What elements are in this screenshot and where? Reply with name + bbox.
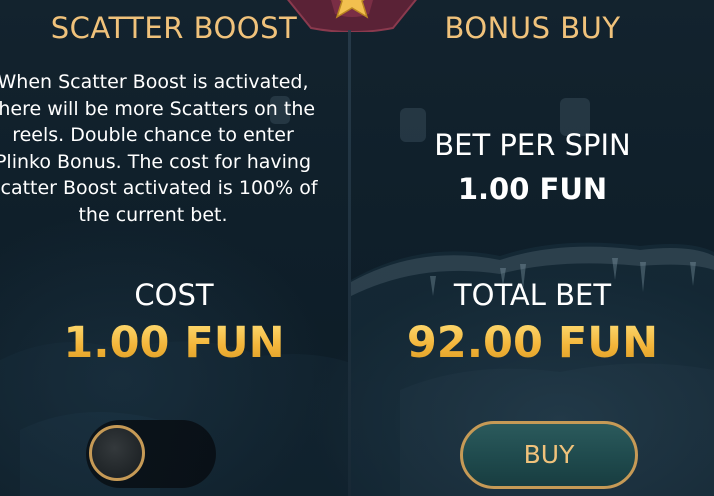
- toggle-knob[interactable]: [89, 425, 145, 481]
- bonus-buy-panel: BONUS BUY BET PER SPIN 1.00 FUN TOTAL BE…: [351, 0, 714, 496]
- total-bet-value: 92.00 FUN: [351, 318, 714, 368]
- bet-per-spin-value: 1.00 FUN: [457, 172, 608, 206]
- cost-value: 1.00 FUN: [0, 318, 348, 368]
- buy-button[interactable]: BUY: [460, 421, 638, 489]
- bonus-feature-screen: SCATTER BOOST When Scatter Boost is acti…: [0, 0, 714, 496]
- scatter-boost-panel: SCATTER BOOST When Scatter Boost is acti…: [0, 0, 348, 496]
- scatter-boost-description: When Scatter Boost is activated, there w…: [0, 71, 318, 226]
- scatter-boost-toggle[interactable]: [86, 420, 216, 488]
- scatter-boost-title: SCATTER BOOST: [50, 11, 298, 45]
- cost-label: COST: [134, 278, 214, 312]
- bet-per-spin-label: BET PER SPIN: [434, 128, 631, 162]
- total-bet-label: TOTAL BET: [453, 278, 612, 312]
- bonus-buy-title: BONUS BUY: [444, 11, 621, 45]
